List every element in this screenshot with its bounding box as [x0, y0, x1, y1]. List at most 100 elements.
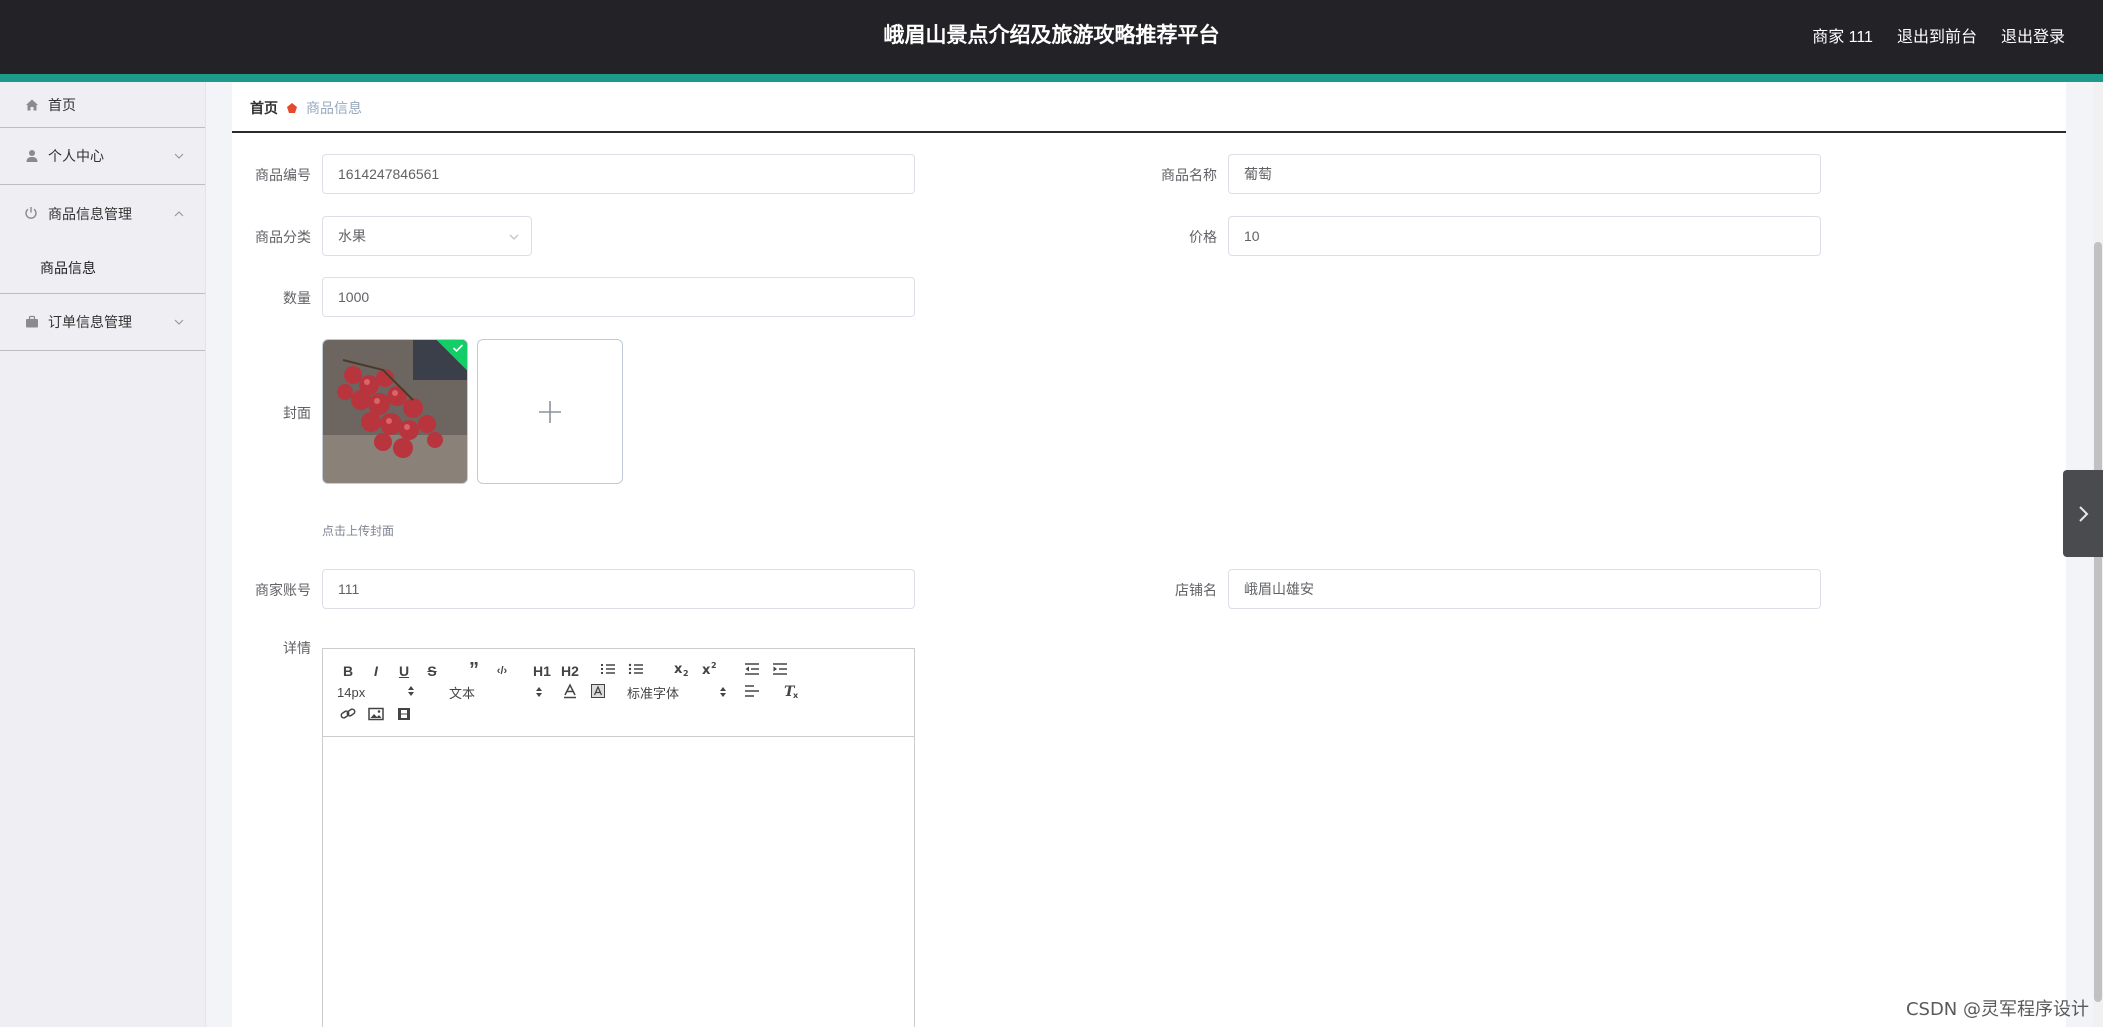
- code-label: 商品编号: [255, 167, 311, 183]
- bold-button[interactable]: B: [337, 663, 359, 679]
- detail-label: 详情: [283, 640, 311, 656]
- grape-photo: [323, 340, 467, 483]
- cover-thumbnail[interactable]: [322, 339, 468, 484]
- font-family-picker[interactable]: 标准字体: [627, 683, 737, 702]
- breadcrumb-current: 商品信息: [306, 100, 362, 116]
- sidebar-item-label: 个人中心: [48, 148, 104, 164]
- breadcrumb-home[interactable]: 首页: [250, 98, 278, 118]
- name-label: 商品名称: [1161, 167, 1217, 183]
- chevron-down-icon: [509, 234, 519, 240]
- breadcrumb-separator-icon: [286, 102, 298, 114]
- quantity-input[interactable]: 1000: [322, 277, 915, 317]
- ordered-list-icon[interactable]: [597, 662, 619, 679]
- toolbar-row-1: B I U S ” ‹/› H1 H2 x2 x2: [337, 659, 797, 682]
- align-icon[interactable]: [741, 684, 763, 701]
- chevron-right-icon: [2079, 505, 2089, 522]
- power-icon: [24, 206, 40, 222]
- plus-icon: [539, 400, 561, 423]
- background-color-icon[interactable]: [587, 683, 609, 702]
- svg-text:x: x: [674, 662, 683, 676]
- price-label: 价格: [1189, 229, 1217, 245]
- upload-cover-button[interactable]: [477, 339, 623, 484]
- svg-text:2: 2: [711, 662, 717, 670]
- sidebar-item-home[interactable]: 首页: [0, 82, 205, 128]
- svg-text:2: 2: [683, 669, 689, 676]
- editor-toolbar: B I U S ” ‹/› H1 H2 x2 x2 14px 文本 标准字体 T…: [323, 649, 914, 737]
- briefcase-icon: [24, 314, 40, 330]
- breadcrumb-divider: [232, 131, 2066, 133]
- check-icon: [452, 344, 464, 353]
- updown-icon: [535, 687, 542, 697]
- top-links: 商家 111 退出到前台 退出登录: [1812, 0, 2065, 70]
- sidebar-item-label: 订单信息管理: [48, 314, 132, 330]
- top-accent-bar: [0, 74, 2103, 82]
- sidebar-group-product: 商品信息管理 商品信息: [0, 185, 205, 294]
- link-icon[interactable]: [337, 707, 359, 724]
- blockquote-button[interactable]: ”: [463, 659, 485, 682]
- cover-label: 封面: [283, 405, 311, 421]
- logout-link[interactable]: 退出登录: [2001, 23, 2065, 47]
- category-selected-value: 水果: [338, 228, 366, 244]
- shop-label: 店铺名: [1175, 582, 1217, 598]
- code-block-button[interactable]: ‹/›: [491, 665, 513, 677]
- app-title: 峨眉山景点介绍及旅游攻略推荐平台: [883, 24, 1220, 47]
- editor-body[interactable]: [323, 737, 914, 1027]
- account-label: 商家账号: [255, 582, 311, 598]
- svg-text:x: x: [793, 691, 799, 699]
- shop-input[interactable]: 峨眉山雄安: [1228, 569, 1821, 609]
- price-input[interactable]: 10: [1228, 216, 1821, 256]
- superscript-icon[interactable]: x2: [699, 661, 721, 679]
- clear-format-icon[interactable]: Tx: [781, 683, 803, 702]
- text-color-icon[interactable]: [559, 683, 581, 702]
- category-label: 商品分类: [255, 229, 311, 245]
- font-size-picker[interactable]: 14px: [337, 685, 427, 700]
- sidebar-subitem-label: 商品信息: [40, 260, 96, 276]
- bullet-list-icon[interactable]: [625, 662, 647, 679]
- outdent-icon[interactable]: [741, 662, 763, 679]
- exit-to-front-link[interactable]: 退出到前台: [1897, 23, 1977, 47]
- text-type-value: 文本: [449, 686, 476, 701]
- chevron-up-icon: [174, 211, 184, 217]
- toolbar-row-2: 14px 文本 标准字体 Tx: [337, 683, 809, 702]
- top-bar: 峨眉山景点介绍及旅游攻略推荐平台 商家 111 退出到前台 退出登录: [0, 0, 2103, 74]
- account-input[interactable]: 111: [322, 569, 915, 609]
- watermark: CSDN @灵军程序设计: [1905, 999, 2089, 1020]
- code-input[interactable]: 1614247846561: [322, 154, 915, 194]
- cover-upload-hint: 点击上传封面: [322, 524, 395, 538]
- font-family-value: 标准字体: [627, 686, 680, 701]
- side-drawer-toggle[interactable]: [2063, 470, 2103, 557]
- category-select[interactable]: 水果: [322, 216, 532, 256]
- sidebar-item-product-management[interactable]: 商品信息管理: [0, 185, 205, 243]
- updown-icon: [719, 687, 726, 697]
- sidebar-item-order-management[interactable]: 订单信息管理: [0, 294, 205, 351]
- current-user: 商家 111: [1812, 29, 1873, 46]
- updown-icon: [407, 686, 414, 696]
- home-icon: [24, 97, 40, 113]
- chevron-down-icon: [174, 319, 184, 325]
- breadcrumb: 首页 商品信息: [250, 96, 362, 120]
- quantity-label: 数量: [283, 290, 311, 306]
- chevron-down-icon: [174, 153, 184, 159]
- toolbar-row-3: [337, 707, 421, 724]
- text-type-picker[interactable]: 文本: [449, 683, 559, 702]
- sidebar-item-label: 商品信息管理: [48, 206, 132, 222]
- sidebar-item-label: 首页: [48, 96, 76, 113]
- sidebar-subitem-product-info[interactable]: 商品信息: [0, 243, 205, 293]
- sidebar-item-profile[interactable]: 个人中心: [0, 128, 205, 185]
- indent-icon[interactable]: [769, 662, 791, 679]
- name-input[interactable]: 葡萄: [1228, 154, 1821, 194]
- sidebar: 首页 个人中心 商品信息管理 商品信息 订单信息管理: [0, 82, 206, 1027]
- italic-button[interactable]: I: [365, 663, 387, 679]
- subscript-icon[interactable]: x2: [671, 662, 693, 679]
- heading2-button[interactable]: H2: [559, 663, 581, 679]
- image-icon[interactable]: [365, 707, 387, 724]
- scrollbar-thumb[interactable]: [2094, 242, 2102, 1002]
- strike-button[interactable]: S: [421, 663, 443, 679]
- svg-text:x: x: [702, 663, 711, 676]
- heading1-button[interactable]: H1: [531, 663, 553, 679]
- video-icon[interactable]: [393, 707, 415, 724]
- underline-button[interactable]: U: [393, 663, 415, 679]
- rich-text-editor: B I U S ” ‹/› H1 H2 x2 x2 14px 文本 标准字体 T…: [322, 648, 915, 1027]
- user-icon: [24, 148, 40, 164]
- font-size-value: 14px: [337, 685, 366, 700]
